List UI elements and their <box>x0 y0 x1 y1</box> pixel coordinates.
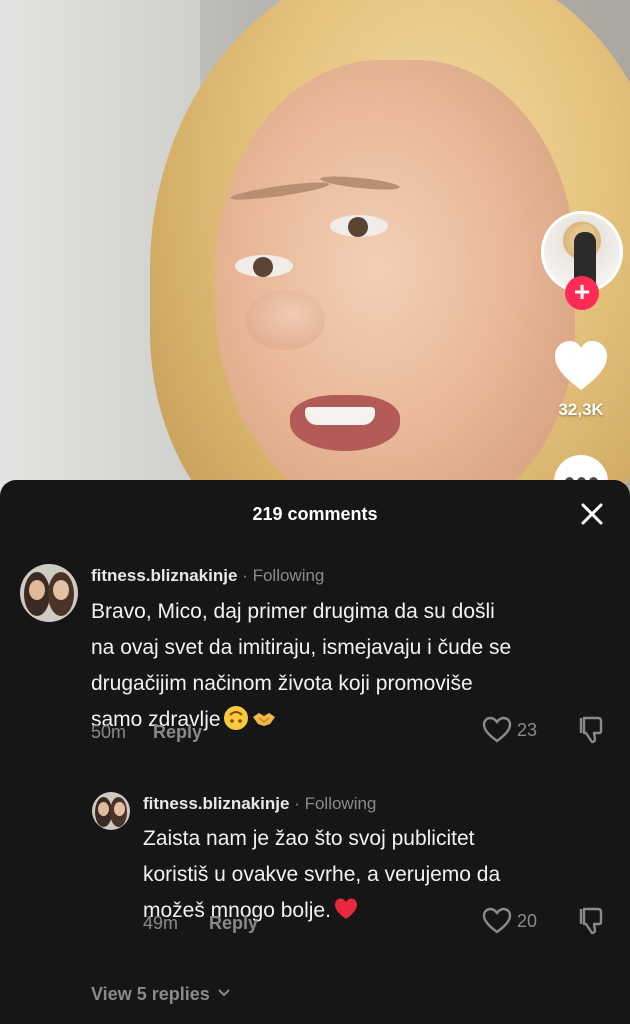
like-count: 32,3K <box>558 400 604 419</box>
comment-footer: 49m Reply <box>143 913 258 934</box>
red-heart-emoji-icon <box>333 896 359 922</box>
view-replies-button[interactable]: View 5 replies <box>91 982 231 1005</box>
comment-line: na ovaj svet da imitiraju, ismejavaju i … <box>91 636 512 659</box>
comment-line: koristiš u ovakve svrhe, a verujemo da <box>143 863 501 886</box>
comment-line: drugačijim načinom života koji promoviše <box>91 672 473 695</box>
close-icon[interactable] <box>578 500 606 528</box>
comments-header: 219 comments <box>0 480 630 544</box>
meta-separator: · <box>242 566 248 585</box>
comment-like-count: 23 <box>517 720 538 740</box>
comment-time: 49m <box>143 913 179 933</box>
video-frame[interactable] <box>0 0 630 495</box>
following-label: Following <box>252 566 325 585</box>
reply-button[interactable]: Reply <box>209 913 258 933</box>
heart-icon[interactable] <box>553 340 609 392</box>
comment-meta: fitness.bliznakinje · Following <box>91 566 324 586</box>
handshake-emoji-icon <box>251 705 277 731</box>
following-label: Following <box>304 794 377 813</box>
comment-like-count: 20 <box>517 911 538 931</box>
reply-button[interactable]: Reply <box>153 722 202 742</box>
comment-time: 50m <box>91 722 127 742</box>
video-subject-mouth <box>290 395 400 451</box>
upside-down-face-emoji-icon <box>223 705 249 731</box>
video-subject-eye <box>330 215 388 237</box>
thumbs-down-icon[interactable] <box>578 715 606 750</box>
video-subject-eye <box>235 255 293 277</box>
view-replies-label: View 5 replies <box>91 984 210 1004</box>
reply-comment-item: fitness.bliznakinje · Following Zaista n… <box>0 788 630 968</box>
thumbs-down-icon[interactable] <box>578 906 606 941</box>
comment-username[interactable]: fitness.bliznakinje <box>91 566 237 585</box>
comment-line: Bravo, Mico, daj primer drugima da su do… <box>91 600 495 623</box>
comment-footer: 50m Reply <box>91 722 202 743</box>
comment-text: Bravo, Mico, daj primer drugima da su do… <box>91 594 611 738</box>
chevron-down-icon <box>217 982 231 1003</box>
comment-heart-icon[interactable] <box>482 907 512 940</box>
meta-separator: · <box>294 794 300 813</box>
comment-username[interactable]: fitness.bliznakinje <box>143 794 289 813</box>
comments-sheet: 219 comments fitness.bliznakinje · Follo… <box>0 480 630 1024</box>
comment-item: fitness.bliznakinje · Following Bravo, M… <box>0 560 630 760</box>
commenter-avatar[interactable] <box>92 792 130 830</box>
commenter-avatar[interactable] <box>20 564 78 622</box>
comment-heart-icon[interactable] <box>482 716 512 749</box>
comment-meta: fitness.bliznakinje · Following <box>143 794 376 814</box>
comment-line: Zaista nam je žao što svoj publicitet <box>143 827 475 850</box>
follow-plus-button[interactable]: + <box>565 276 599 310</box>
comments-count-title: 219 comments <box>252 504 378 524</box>
video-subject-nose <box>245 290 325 350</box>
